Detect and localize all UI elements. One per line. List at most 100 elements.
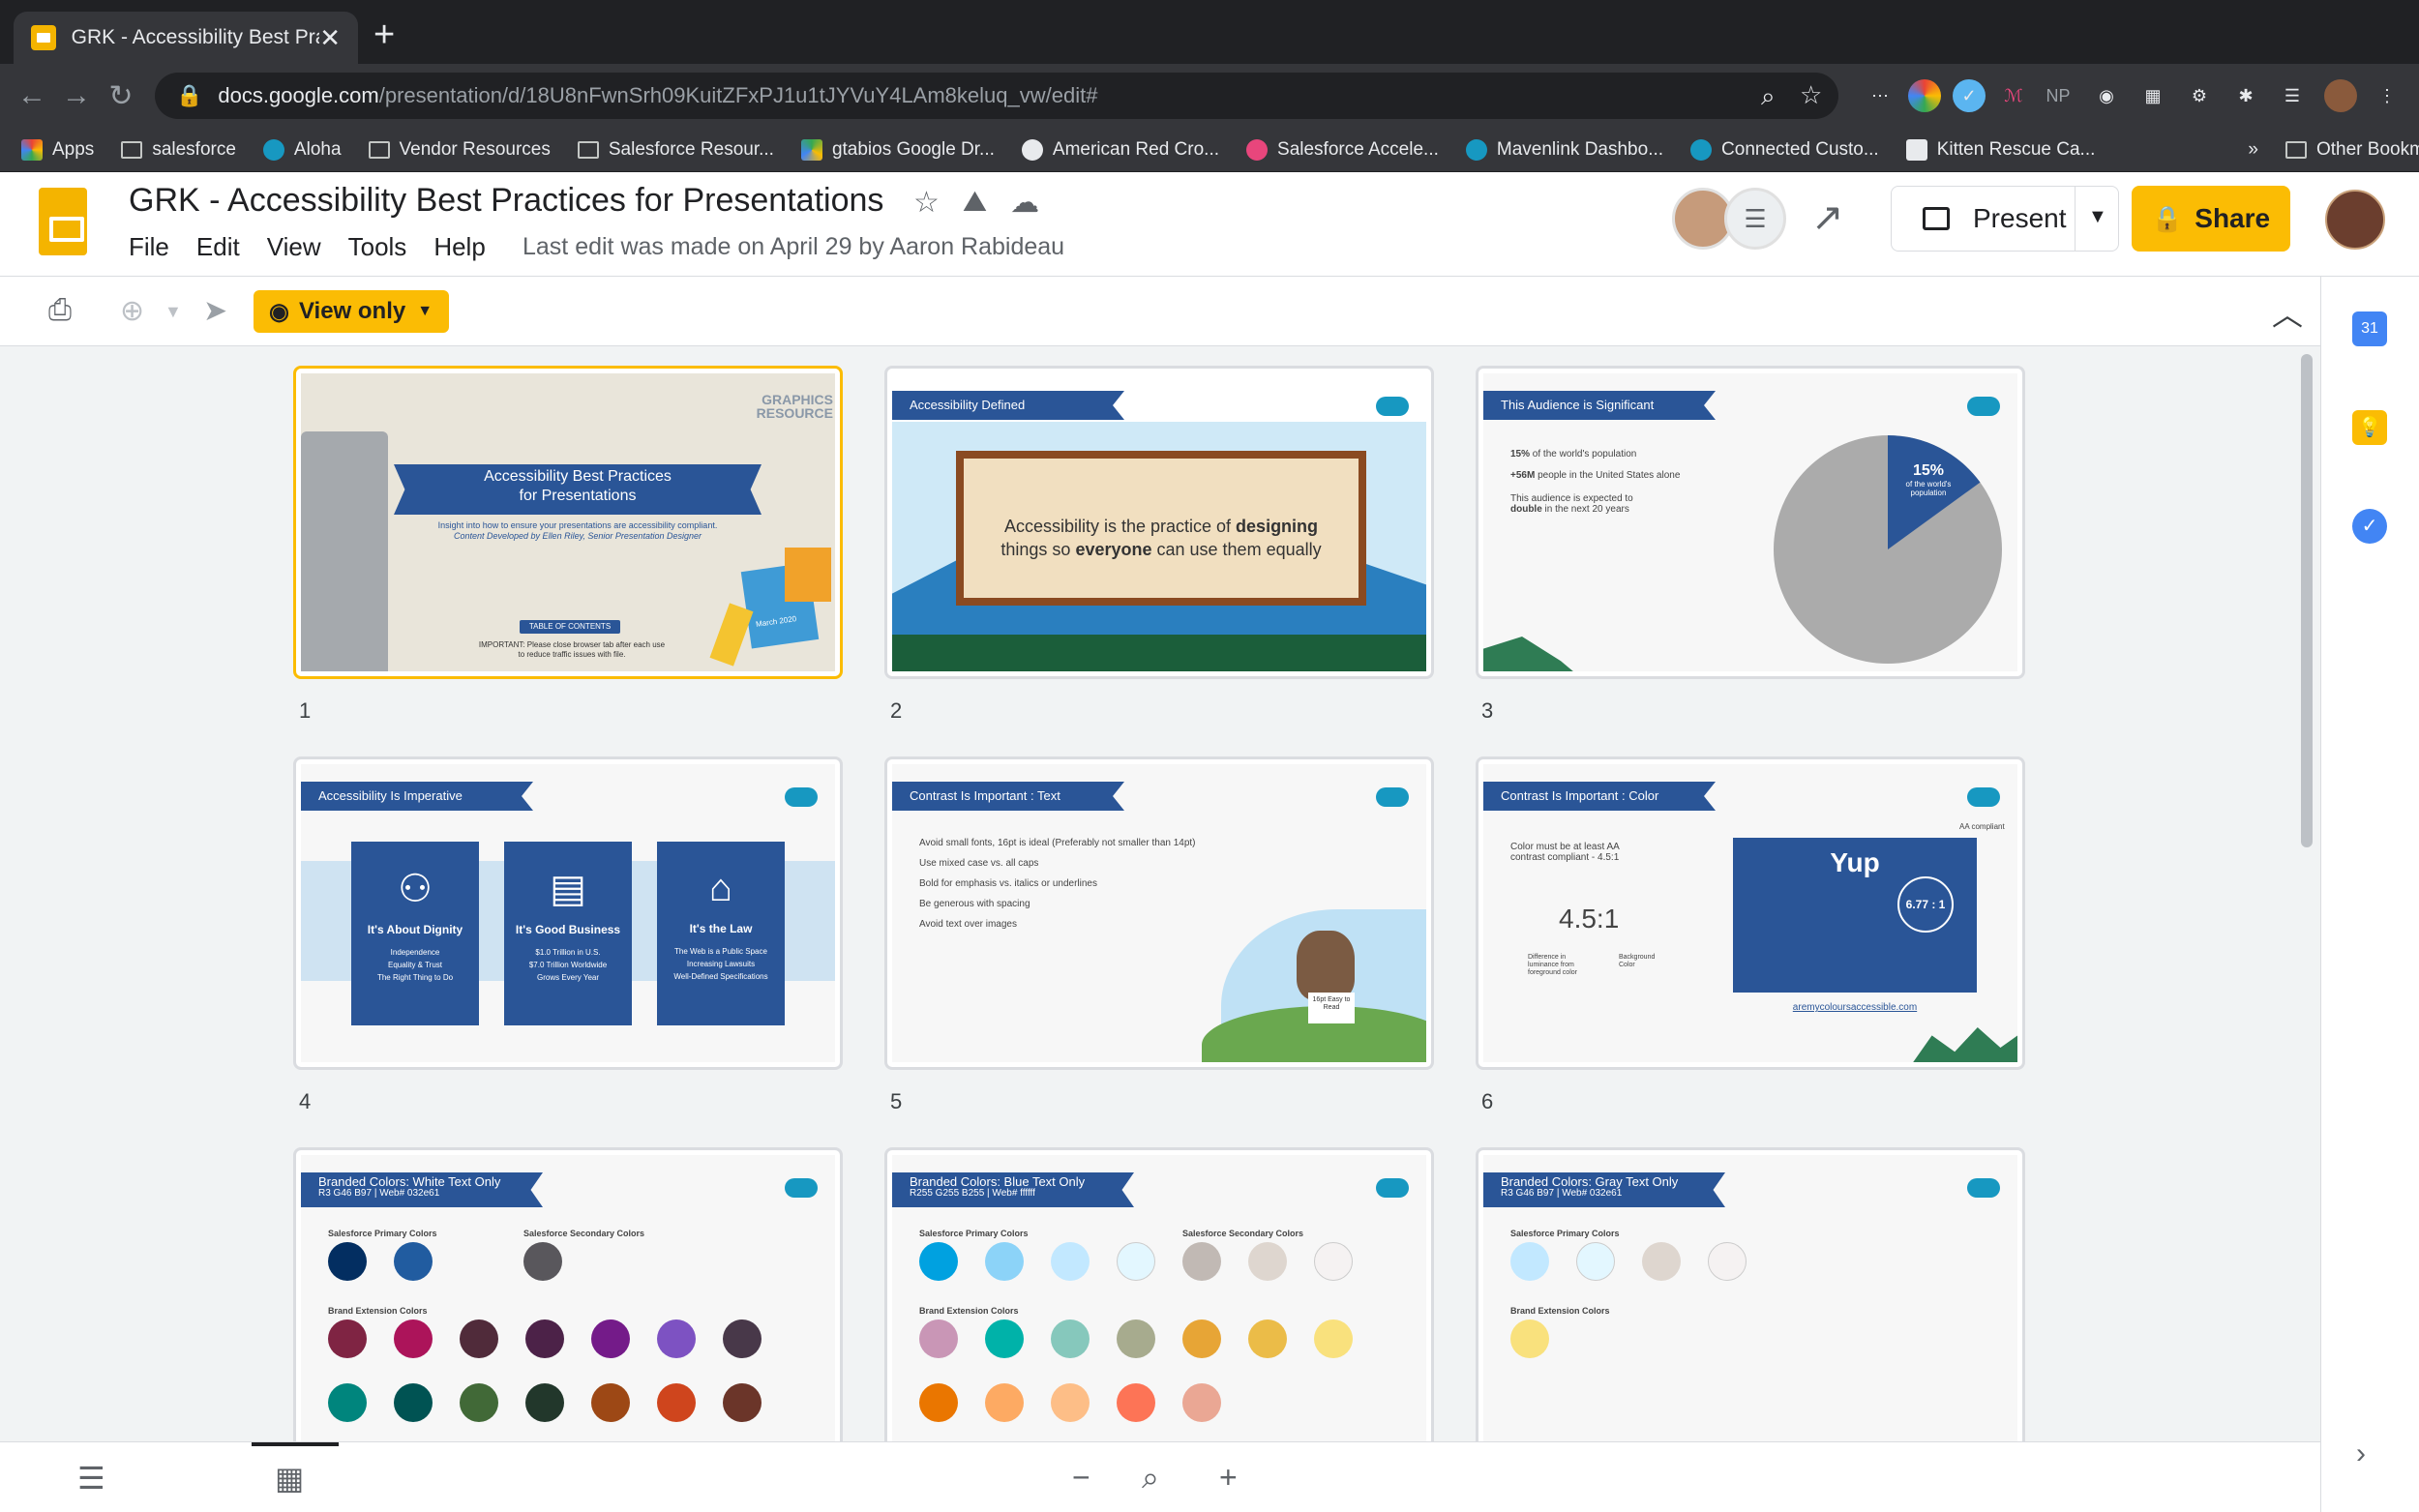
menu-help[interactable]: Help [433, 232, 485, 262]
color-swatch [394, 1383, 433, 1422]
collaborators: ☰ [1672, 188, 1786, 250]
view-only-button[interactable]: ◉ View only ▼ [254, 290, 449, 333]
bookmark-star-icon[interactable]: ☆ [1800, 80, 1822, 110]
color-swatch [394, 1242, 433, 1281]
ratio-text: 4.5:1 [1559, 904, 1620, 934]
keep-icon[interactable]: 💡 [2352, 410, 2387, 445]
extensions-puzzle-icon[interactable]: ✱ [2229, 79, 2262, 112]
grid-view-icon[interactable]: ▦ [275, 1460, 304, 1497]
highlighter-graphic [709, 603, 754, 667]
cloud-status-icon[interactable]: ☁ [1010, 186, 1039, 220]
bookmark-vendor-resources[interactable]: Vendor Resources [368, 139, 551, 161]
address-bar[interactable]: 🔒 docs.google.com /presentation/d/18U8nF… [155, 73, 1838, 119]
bookmark-other[interactable]: Other Bookmarks [2285, 139, 2419, 161]
stat-world: 15% of the world's population [1510, 449, 1637, 460]
slide-thumbnail-7[interactable]: Branded Colors: White Text Only R3 G46 B9… [293, 1147, 843, 1441]
slide-thumbnail-8[interactable]: Branded Colors: Blue Text Only R255 G255 … [884, 1147, 1434, 1441]
salesforce-logo-icon [785, 787, 818, 807]
share-button[interactable]: 🔒 Share [2132, 186, 2290, 252]
color-swatch [1510, 1319, 1549, 1358]
scrollbar-thumb[interactable] [2301, 354, 2313, 847]
vertical-scrollbar[interactable] [2295, 346, 2320, 1441]
extension-m-icon[interactable]: ℳ [1997, 79, 2030, 112]
print-icon[interactable]: ⎙ [48, 294, 72, 327]
pie-label: of the world's population [1905, 480, 1952, 497]
zoom-out-icon[interactable]: − [1072, 1460, 1090, 1496]
bookmark-red-cross[interactable]: American Red Cro... [1021, 138, 1219, 161]
salesforce-logo-icon [1376, 397, 1409, 416]
menu-tools[interactable]: Tools [348, 232, 407, 262]
extension-circle-icon[interactable]: ◉ [2090, 79, 2123, 112]
slides-logo-icon[interactable] [39, 188, 87, 255]
trees-graphic [1909, 1027, 2017, 1062]
bookmarks-overflow-icon[interactable]: » [2248, 139, 2258, 161]
bookmark-connected-customer[interactable]: Connected Custo... [1690, 138, 1879, 161]
extension-dots-icon[interactable]: ⋯ [1864, 79, 1896, 112]
bookmark-salesforce-resources[interactable]: Salesforce Resour... [577, 139, 774, 161]
last-edit-link[interactable]: Last edit was made on April 29 by Aaron … [523, 233, 1064, 261]
menu-edit[interactable]: Edit [196, 232, 240, 262]
close-tab-icon[interactable]: ✕ [319, 23, 341, 53]
bookmark-salesforce-accelerator[interactable]: Salesforce Accele... [1246, 138, 1439, 161]
eye-icon: ◉ [269, 298, 289, 325]
slide-thumbnail-3[interactable]: This Audience is Significant 15% of the … [1476, 366, 2025, 679]
bookmark-google-drive[interactable]: gtabios Google Dr... [800, 138, 995, 161]
slide-title: Accessibility Best Practices for Present… [484, 468, 672, 504]
extension-gear-icon[interactable]: ⚙ [2183, 79, 2216, 112]
browser-tab[interactable]: GRK - Accessibility Best Practi ✕ [14, 12, 358, 64]
bookmark-salesforce[interactable]: salesforce [121, 139, 236, 161]
slide-thumbnail-1[interactable]: GRAPHICS RESOURCE Accessibility Best Pra… [293, 366, 843, 679]
expand-panel-icon[interactable]: › [2356, 1438, 2366, 1470]
filmstrip-view-icon[interactable]: ☰ [77, 1460, 105, 1497]
menu-view[interactable]: View [267, 232, 321, 262]
account-avatar[interactable] [2325, 190, 2385, 250]
extension-grid-icon[interactable]: ▦ [2136, 79, 2169, 112]
extension-np-icon[interactable]: NP [2042, 79, 2075, 112]
reload-icon[interactable]: ↻ [99, 79, 143, 113]
mascot-sign: 16pt Easy to Read [1308, 993, 1355, 1023]
select-cursor-icon[interactable]: ➤ [203, 294, 227, 328]
menu-file[interactable]: File [129, 232, 169, 262]
present-dropdown-icon[interactable]: ▼ [2088, 206, 2107, 228]
collapse-toolbar-icon[interactable]: ︿ [2272, 290, 2303, 335]
zoom-dropdown-icon[interactable]: ▼ [164, 302, 182, 322]
title-icons: ☆ ⛰ ☁ [913, 186, 1039, 220]
browser-menu-icon[interactable]: ⋮ [2371, 79, 2404, 112]
forward-icon[interactable]: → [54, 79, 99, 112]
bookmark-aloha[interactable]: Aloha [262, 138, 342, 161]
slide-header: This Audience is Significant [1483, 391, 1716, 420]
apps-grid-icon [21, 138, 43, 161]
star-icon[interactable]: ☆ [913, 186, 940, 220]
bookmark-kitten-rescue[interactable]: Kitten Rescue Ca... [1905, 138, 2095, 161]
present-button[interactable]: Present ▼ [1891, 186, 2119, 252]
slide-thumbnail-2[interactable]: Accessibility Defined Accessibility is t… [884, 366, 1434, 679]
slide-thumbnail-9[interactable]: Branded Colors: Gray Text Only R3 G46 B97… [1476, 1147, 2025, 1441]
toc-button: TABLE OF CONTENTS [520, 620, 620, 634]
zoom-search-icon[interactable]: ⌕ [1142, 1460, 1159, 1497]
comments-icon[interactable]: ☰ [1724, 188, 1786, 250]
color-swatch [1642, 1242, 1681, 1281]
bookmark-mavenlink[interactable]: Mavenlink Dashbo... [1465, 138, 1663, 161]
back-icon[interactable]: ← [10, 79, 54, 112]
tasks-icon[interactable]: ✓ [2352, 509, 2387, 544]
slide-thumbnail-4[interactable]: Accessibility Is Imperative ⚇ It's About… [293, 756, 843, 1070]
extension-check-icon[interactable]: ✓ [1953, 79, 1986, 112]
color-swatch [1576, 1242, 1615, 1281]
color-swatch [1051, 1242, 1090, 1281]
zoom-in-icon[interactable]: + [1219, 1460, 1238, 1496]
move-to-drive-icon[interactable]: ⛰ [963, 186, 987, 220]
calendar-icon[interactable]: 31 [2352, 311, 2387, 346]
zoom-icon[interactable]: ⊕ [120, 294, 144, 328]
reading-list-icon[interactable]: ☰ [2276, 79, 2309, 112]
population-pie-chart [1774, 435, 2002, 664]
trees-graphic [892, 635, 1426, 671]
new-tab-button[interactable]: + [373, 14, 395, 56]
bookmark-apps[interactable]: Apps [21, 138, 94, 161]
profile-avatar[interactable] [2324, 79, 2357, 112]
slide-thumbnail-6[interactable]: Contrast Is Important : Color Color must… [1476, 756, 2025, 1070]
extension-color-icon[interactable] [1908, 79, 1941, 112]
slide-thumbnail-5[interactable]: Contrast Is Important : Text Avoid small… [884, 756, 1434, 1070]
zoom-icon[interactable]: ⌕ [1761, 81, 1776, 112]
activity-trend-icon[interactable]: ↗ [1811, 195, 1844, 240]
document-title[interactable]: GRK - Accessibility Best Practices for P… [129, 182, 883, 220]
